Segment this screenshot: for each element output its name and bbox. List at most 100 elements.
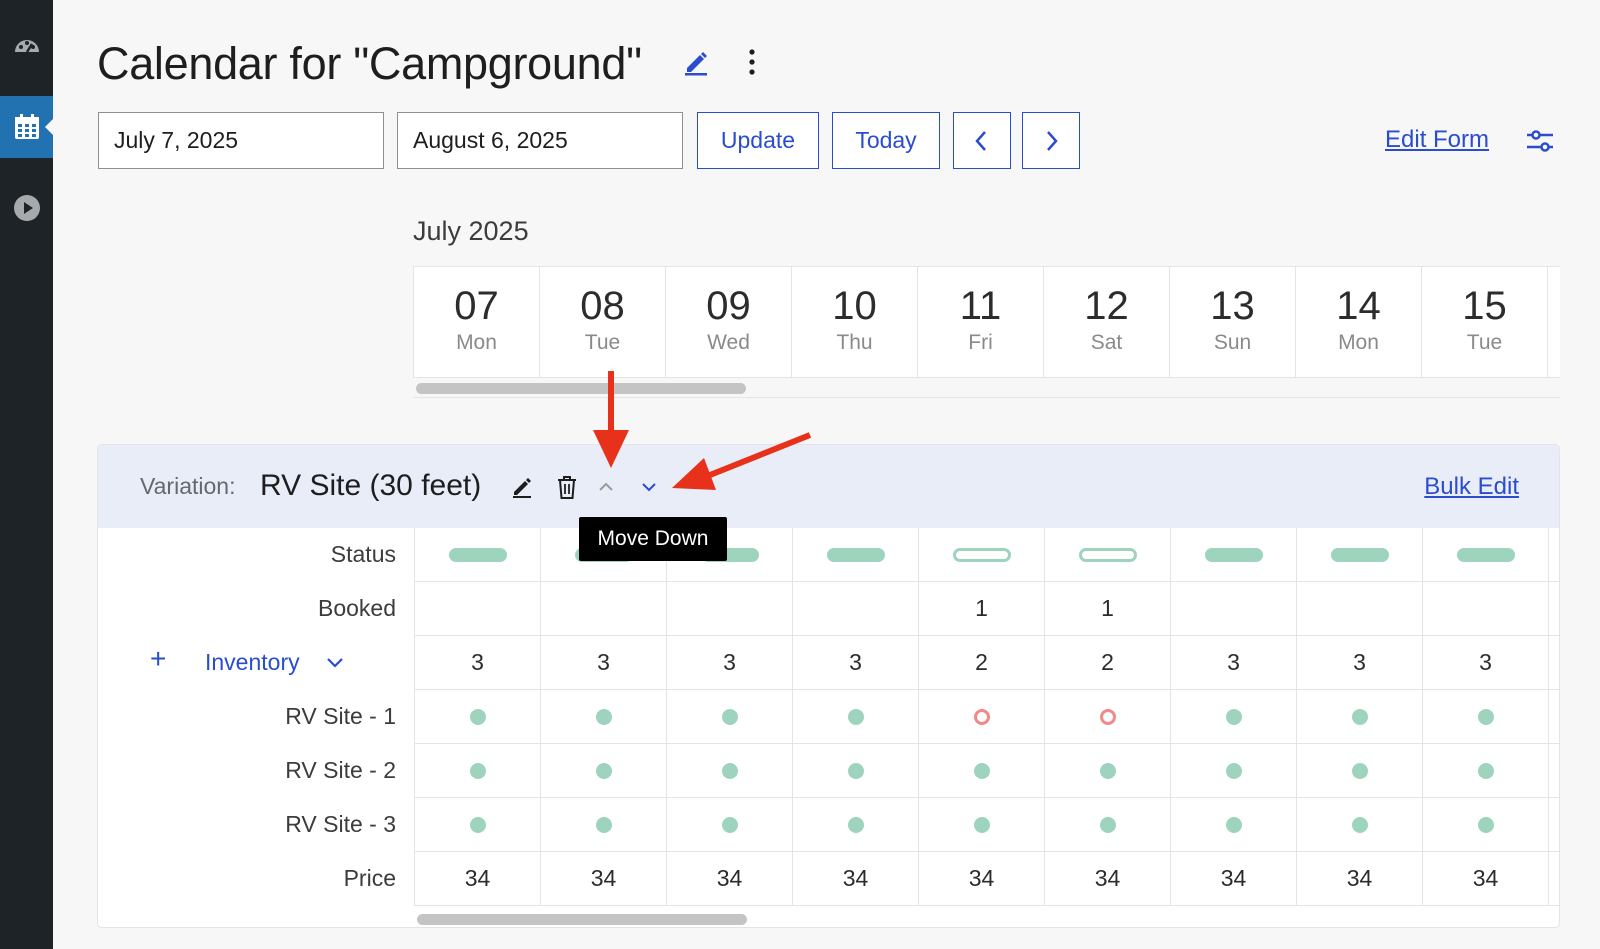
unit-slot-cell[interactable] bbox=[667, 744, 793, 797]
end-date-input[interactable] bbox=[397, 112, 683, 169]
price-cell[interactable]: 34 bbox=[1297, 852, 1423, 905]
unit-slot-cell[interactable] bbox=[793, 798, 919, 851]
sliders-icon[interactable] bbox=[1525, 126, 1555, 156]
status-pill[interactable] bbox=[1330, 547, 1389, 562]
sidebar-item-dashboard[interactable] bbox=[0, 14, 53, 76]
price-cell[interactable]: 34 bbox=[919, 852, 1045, 905]
unit-slot-cell[interactable] bbox=[667, 798, 793, 851]
price-cell[interactable]: 34 bbox=[667, 852, 793, 905]
unit-slot-cell[interactable] bbox=[1171, 798, 1297, 851]
status-pill[interactable] bbox=[1456, 547, 1515, 562]
start-date-input[interactable] bbox=[98, 112, 384, 169]
day-header-partial bbox=[1548, 267, 1560, 377]
status-cell[interactable] bbox=[1171, 528, 1297, 581]
status-cell[interactable] bbox=[415, 528, 541, 581]
variation-header: Variation: RV Site (30 feet) Bulk Edit bbox=[98, 445, 1559, 528]
bulk-edit-link[interactable]: Bulk Edit bbox=[1424, 473, 1519, 501]
status-cell[interactable] bbox=[1045, 528, 1171, 581]
inventory-cell[interactable]: 3 bbox=[1297, 636, 1423, 689]
price-cell[interactable]: 34 bbox=[1045, 852, 1171, 905]
unit-slot-cell[interactable] bbox=[1171, 744, 1297, 797]
sidebar-item-calendar[interactable] bbox=[0, 96, 53, 158]
update-button[interactable]: Update bbox=[697, 112, 819, 169]
inventory-cell[interactable]: 2 bbox=[919, 636, 1045, 689]
status-cell[interactable] bbox=[793, 528, 919, 581]
inventory-cell[interactable]: 3 bbox=[541, 636, 667, 689]
status-pill[interactable] bbox=[952, 547, 1011, 562]
chevron-right-icon bbox=[1047, 130, 1058, 151]
booked-cell[interactable] bbox=[541, 582, 667, 635]
edit-title-icon[interactable] bbox=[682, 48, 710, 76]
sidebar-item-media[interactable] bbox=[0, 177, 53, 239]
unit-slot-cell[interactable] bbox=[1297, 690, 1423, 743]
unit-slot-cell[interactable] bbox=[919, 690, 1045, 743]
available-dot bbox=[973, 816, 990, 833]
status-pill[interactable] bbox=[1204, 547, 1263, 562]
booked-cell[interactable]: 1 bbox=[919, 582, 1045, 635]
booked-cell[interactable] bbox=[1423, 582, 1549, 635]
unit-slot-cell[interactable] bbox=[1045, 798, 1171, 851]
unit-slot-cell[interactable] bbox=[541, 798, 667, 851]
price-row: 34 34 34 34 34 34 34 34 34 bbox=[415, 852, 1559, 906]
inventory-row-label[interactable]: Inventory bbox=[205, 649, 300, 676]
price-cell[interactable]: 34 bbox=[793, 852, 919, 905]
move-up-button[interactable] bbox=[592, 473, 620, 501]
unit-slot-cell[interactable] bbox=[415, 690, 541, 743]
chevron-down-icon[interactable] bbox=[324, 651, 346, 673]
more-options-icon[interactable] bbox=[744, 46, 760, 78]
grid-scrollbar[interactable] bbox=[417, 914, 747, 925]
unit-slot-cell[interactable] bbox=[1045, 744, 1171, 797]
available-dot bbox=[1477, 816, 1494, 833]
grid-cell-partial bbox=[1549, 690, 1559, 743]
unit-slot-cell[interactable] bbox=[1171, 690, 1297, 743]
unit-slot-cell[interactable] bbox=[919, 744, 1045, 797]
status-cell[interactable] bbox=[1297, 528, 1423, 581]
edit-form-link[interactable]: Edit Form bbox=[1385, 126, 1489, 154]
inventory-cell[interactable]: 3 bbox=[415, 636, 541, 689]
booked-cell[interactable] bbox=[1297, 582, 1423, 635]
edit-variation-button[interactable] bbox=[508, 473, 536, 501]
booked-cell[interactable] bbox=[1171, 582, 1297, 635]
available-dot bbox=[1351, 816, 1368, 833]
inventory-cell[interactable]: 2 bbox=[1045, 636, 1171, 689]
add-inventory-button[interactable]: + bbox=[150, 643, 166, 675]
booked-cell[interactable] bbox=[415, 582, 541, 635]
unit-slot-cell[interactable] bbox=[793, 744, 919, 797]
unit-slot-cell[interactable] bbox=[1423, 798, 1549, 851]
unit-slot-cell[interactable] bbox=[541, 744, 667, 797]
move-down-button[interactable] bbox=[635, 473, 663, 501]
price-cell[interactable]: 34 bbox=[1423, 852, 1549, 905]
unit-slot-cell[interactable] bbox=[1423, 744, 1549, 797]
inventory-cell[interactable]: 3 bbox=[1423, 636, 1549, 689]
unit-slot-cell[interactable] bbox=[667, 690, 793, 743]
inventory-cell[interactable]: 3 bbox=[1171, 636, 1297, 689]
unit-slot-cell[interactable] bbox=[793, 690, 919, 743]
next-button[interactable] bbox=[1022, 112, 1080, 169]
status-cell[interactable] bbox=[1423, 528, 1549, 581]
booked-cell[interactable] bbox=[793, 582, 919, 635]
booked-cell[interactable]: 1 bbox=[1045, 582, 1171, 635]
unit-slot-cell[interactable] bbox=[415, 744, 541, 797]
booked-cell[interactable] bbox=[667, 582, 793, 635]
unit-slot-cell[interactable] bbox=[1297, 744, 1423, 797]
inventory-cell[interactable]: 3 bbox=[793, 636, 919, 689]
unit-slot-cell[interactable] bbox=[1297, 798, 1423, 851]
delete-variation-button[interactable] bbox=[553, 473, 581, 501]
price-cell[interactable]: 34 bbox=[415, 852, 541, 905]
prev-button[interactable] bbox=[953, 112, 1011, 169]
unit-slot-cell[interactable] bbox=[541, 690, 667, 743]
unit-slot-cell[interactable] bbox=[415, 798, 541, 851]
header-scrollbar[interactable] bbox=[416, 383, 746, 394]
today-button[interactable]: Today bbox=[832, 112, 940, 169]
unit-slot-cell[interactable] bbox=[919, 798, 1045, 851]
status-pill[interactable] bbox=[448, 547, 507, 562]
inventory-cell[interactable]: 3 bbox=[667, 636, 793, 689]
status-cell[interactable] bbox=[919, 528, 1045, 581]
status-pill[interactable] bbox=[826, 547, 885, 562]
price-cell[interactable]: 34 bbox=[1171, 852, 1297, 905]
unit-slot-cell[interactable] bbox=[1045, 690, 1171, 743]
chevron-up-icon bbox=[599, 482, 613, 491]
price-cell[interactable]: 34 bbox=[541, 852, 667, 905]
unit-slot-cell[interactable] bbox=[1423, 690, 1549, 743]
status-pill[interactable] bbox=[1078, 547, 1137, 562]
